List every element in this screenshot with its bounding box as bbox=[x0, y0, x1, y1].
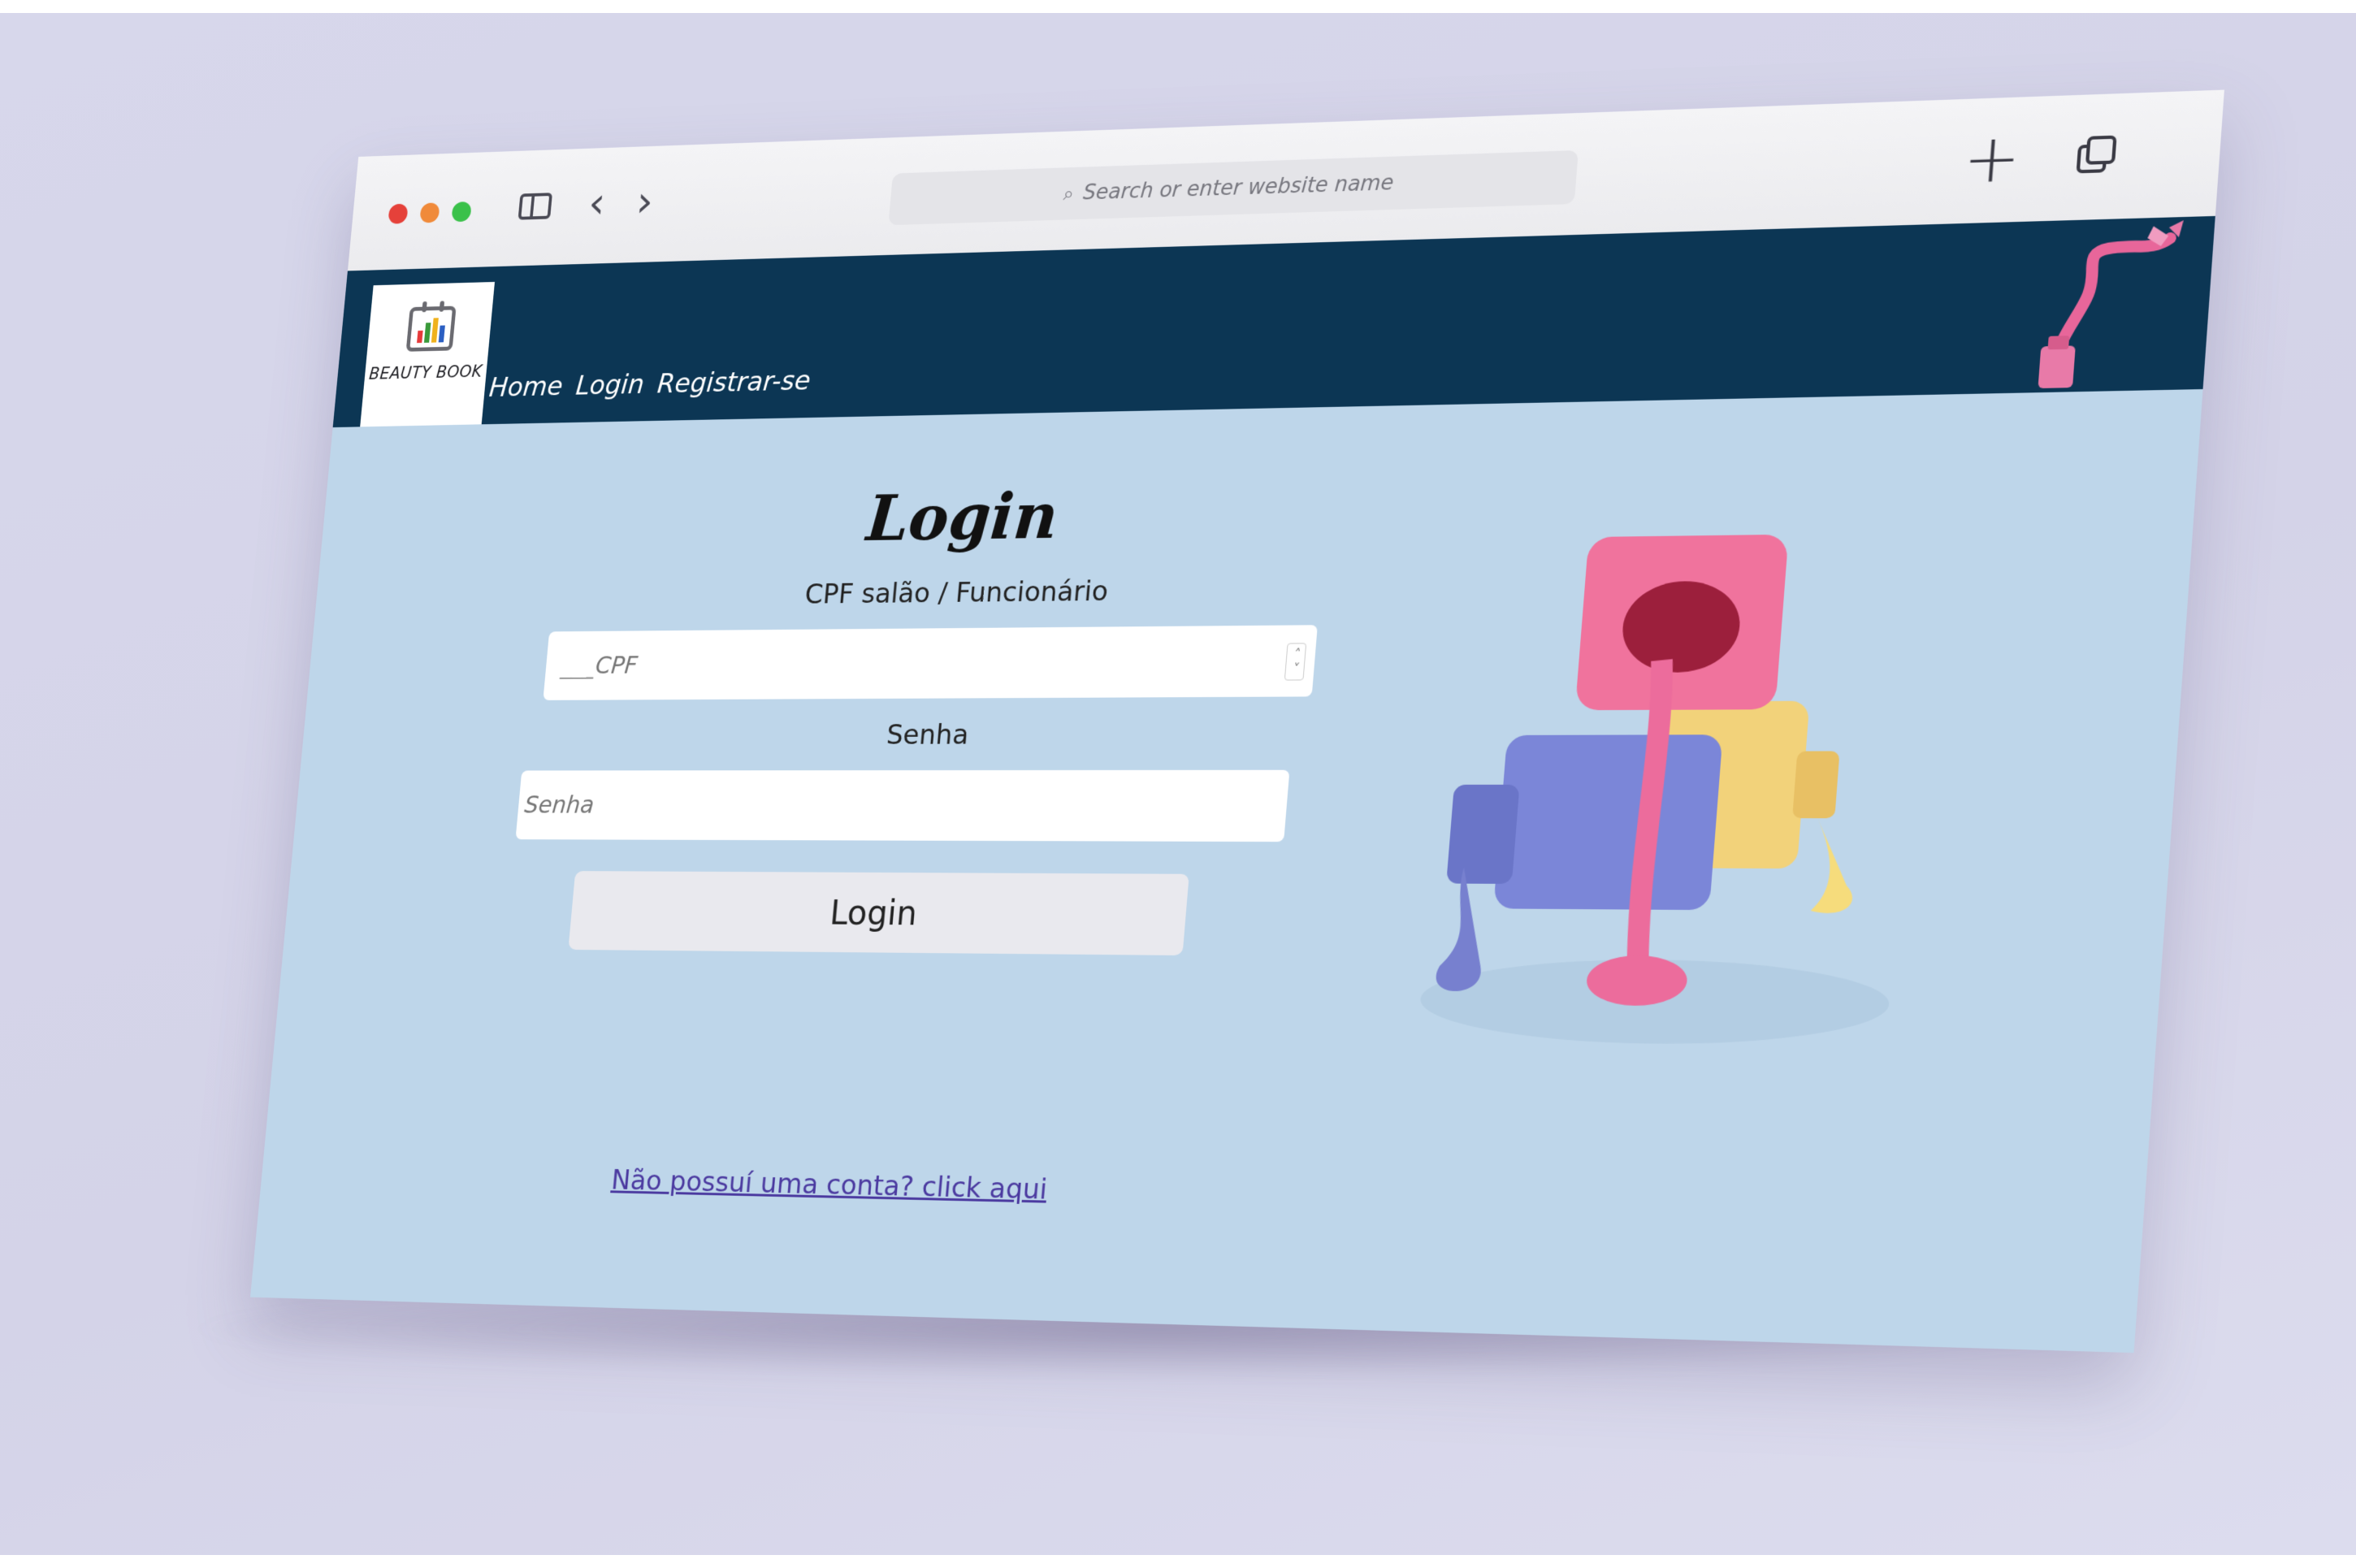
cpf-input[interactable]: ___ CPF ˄ ˅ bbox=[543, 625, 1318, 700]
close-window-button[interactable] bbox=[388, 203, 409, 224]
zoom-window-button[interactable] bbox=[451, 201, 472, 223]
new-tab-plus-icon[interactable]: + bbox=[1960, 119, 2024, 198]
mockup-backdrop: ‹ › ⌕ Search or enter website name + BEA… bbox=[0, 13, 2356, 1555]
sidebar-toggle-icon[interactable] bbox=[518, 193, 553, 220]
forward-arrow-icon[interactable]: › bbox=[634, 176, 656, 227]
page-title: Login bbox=[864, 480, 1061, 556]
minimize-window-button[interactable] bbox=[419, 202, 440, 223]
nail-polish-bottles-illustration bbox=[1417, 534, 1893, 1047]
calendar-chart-icon bbox=[405, 301, 457, 352]
tabs-overview-icon[interactable] bbox=[2077, 136, 2117, 174]
login-button[interactable]: Login bbox=[568, 871, 1189, 955]
site-nav: Home Login Registrar-se bbox=[487, 365, 812, 403]
senha-label: Senha bbox=[885, 718, 970, 752]
senha-input-placeholder: Senha bbox=[523, 790, 595, 819]
browser-window: ‹ › ⌕ Search or enter website name + BEA… bbox=[250, 89, 2224, 1354]
cpf-input-mask: ___ bbox=[559, 652, 595, 680]
senha-input[interactable]: Senha bbox=[515, 769, 1290, 842]
number-spinner-icon[interactable]: ˄ ˅ bbox=[1284, 643, 1307, 681]
address-placeholder: Search or enter website name bbox=[1082, 171, 1395, 206]
search-icon: ⌕ bbox=[1062, 182, 1076, 206]
cpf-input-placeholder: CPF bbox=[594, 652, 639, 680]
beauty-book-logo[interactable]: BEAUTY BOOK bbox=[360, 281, 495, 427]
nav-home-link[interactable]: Home bbox=[487, 370, 564, 403]
address-bar[interactable]: ⌕ Search or enter website name bbox=[888, 149, 1579, 226]
nail-polish-splash-icon bbox=[2020, 217, 2189, 393]
nav-register-link[interactable]: Registrar-se bbox=[656, 365, 812, 400]
nav-login-link[interactable]: Login bbox=[574, 369, 645, 401]
back-arrow-icon[interactable]: ‹ bbox=[587, 178, 608, 228]
register-link[interactable]: Não possuí uma conta? click aqui bbox=[605, 1164, 1053, 1206]
cpf-label: CPF salão / Funcionário bbox=[803, 575, 1110, 611]
logo-text: BEAUTY BOOK bbox=[368, 362, 483, 383]
